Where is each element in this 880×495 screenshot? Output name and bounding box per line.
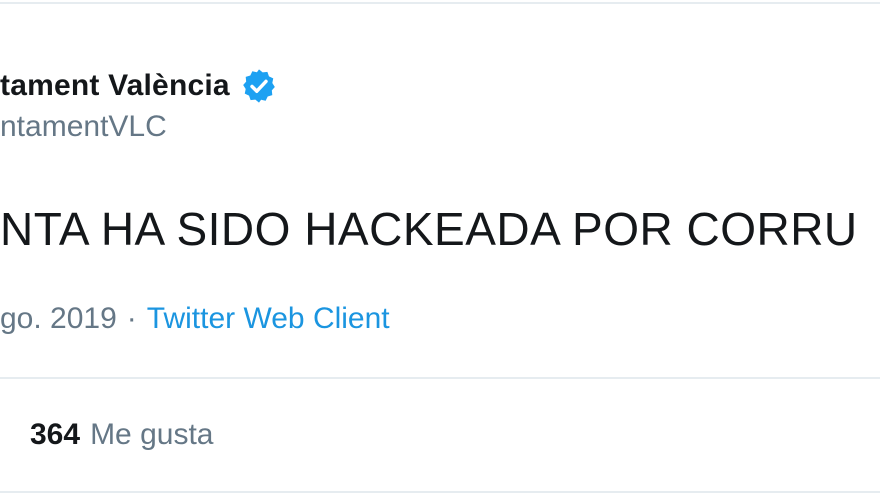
meta-separator: · [126,302,137,335]
tweet-text: NTA HA SIDO HACKEADA POR CORRU [0,203,858,255]
likes-label: Me gusta [90,418,214,451]
stats-divider [0,377,880,379]
author-name[interactable]: tament València [0,69,230,103]
top-divider [0,2,880,4]
tweet-author[interactable]: tament València [0,64,278,108]
likes-count: 364 [30,418,81,451]
tweet-meta: go. 2019 · Twitter Web Client [0,302,390,336]
tweet-date[interactable]: go. 2019 [0,302,117,336]
author-handle[interactable]: ntamentVLC [0,110,167,144]
likes-stat[interactable]: 364 Me gusta [30,418,213,452]
tweet-source-link[interactable]: Twitter Web Client [147,302,390,336]
verified-badge-icon [240,67,278,105]
bottom-divider [0,491,880,493]
